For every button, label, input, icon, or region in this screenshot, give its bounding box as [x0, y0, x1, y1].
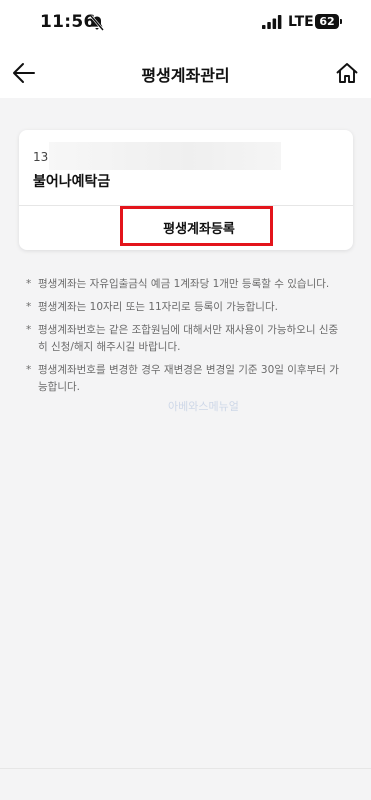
- notice-text: 평생계좌번호를 변경한 경우 재변경은 변경일 기준 30일 이후부터 가능합니…: [38, 364, 339, 393]
- network-type: LTE: [288, 14, 314, 30]
- status-time: 11:56: [40, 12, 96, 32]
- signal-icon: [262, 15, 282, 29]
- register-lifetime-account-button[interactable]: 평생계좌등록: [123, 208, 275, 246]
- notice-item: * 평생계좌번호는 같은 조합원님에 대해서만 재사용이 가능하오니 신중히 신청…: [26, 322, 346, 356]
- notice-item: * 평생계좌번호를 변경한 경우 재변경은 변경일 기준 30일 이후부터 가능합…: [26, 362, 346, 396]
- note-bullet: *: [26, 364, 32, 376]
- card-divider: [19, 205, 353, 206]
- account-card: 13 불어나예탁금 평생계좌등록: [19, 130, 353, 250]
- notice-text: 평생계좌번호는 같은 조합원님에 대해서만 재사용이 가능하오니 신중히 신청/…: [38, 324, 339, 353]
- note-bullet: *: [26, 324, 32, 336]
- notice-text: 평생계좌는 자유입출금식 예금 1계좌당 1개만 등록할 수 있습니다.: [38, 278, 330, 290]
- battery-level: 62: [315, 14, 339, 29]
- home-icon[interactable]: [335, 61, 359, 85]
- notice-item: * 평생계좌는 10자리 또는 11자리로 등록이 가능합니다.: [26, 299, 346, 316]
- bell-off-icon: [90, 15, 104, 31]
- status-bar: 11:56 LTE 62: [0, 0, 371, 48]
- notice-text: 평생계좌는 10자리 또는 11자리로 등록이 가능합니다.: [38, 301, 278, 313]
- account-number-mask: [49, 142, 281, 170]
- page-title: 평생계좌관리: [141, 66, 230, 85]
- account-name: 불어나예탁금: [33, 174, 111, 190]
- note-bullet: *: [26, 301, 32, 313]
- battery-tip: [340, 19, 342, 24]
- account-number: 13: [33, 150, 49, 164]
- notice-item: * 평생계좌는 자유입출금식 예금 1계좌당 1개만 등록할 수 있습니다.: [26, 276, 346, 293]
- watermark: 아베와스메뉴얼: [168, 400, 239, 413]
- bottom-divider: [0, 768, 371, 769]
- app-header: 평생계좌관리: [0, 48, 371, 98]
- notice-list: * 평생계좌는 자유입출금식 예금 1계좌당 1개만 등록할 수 있습니다. * 평…: [26, 276, 346, 402]
- note-bullet: *: [26, 278, 32, 290]
